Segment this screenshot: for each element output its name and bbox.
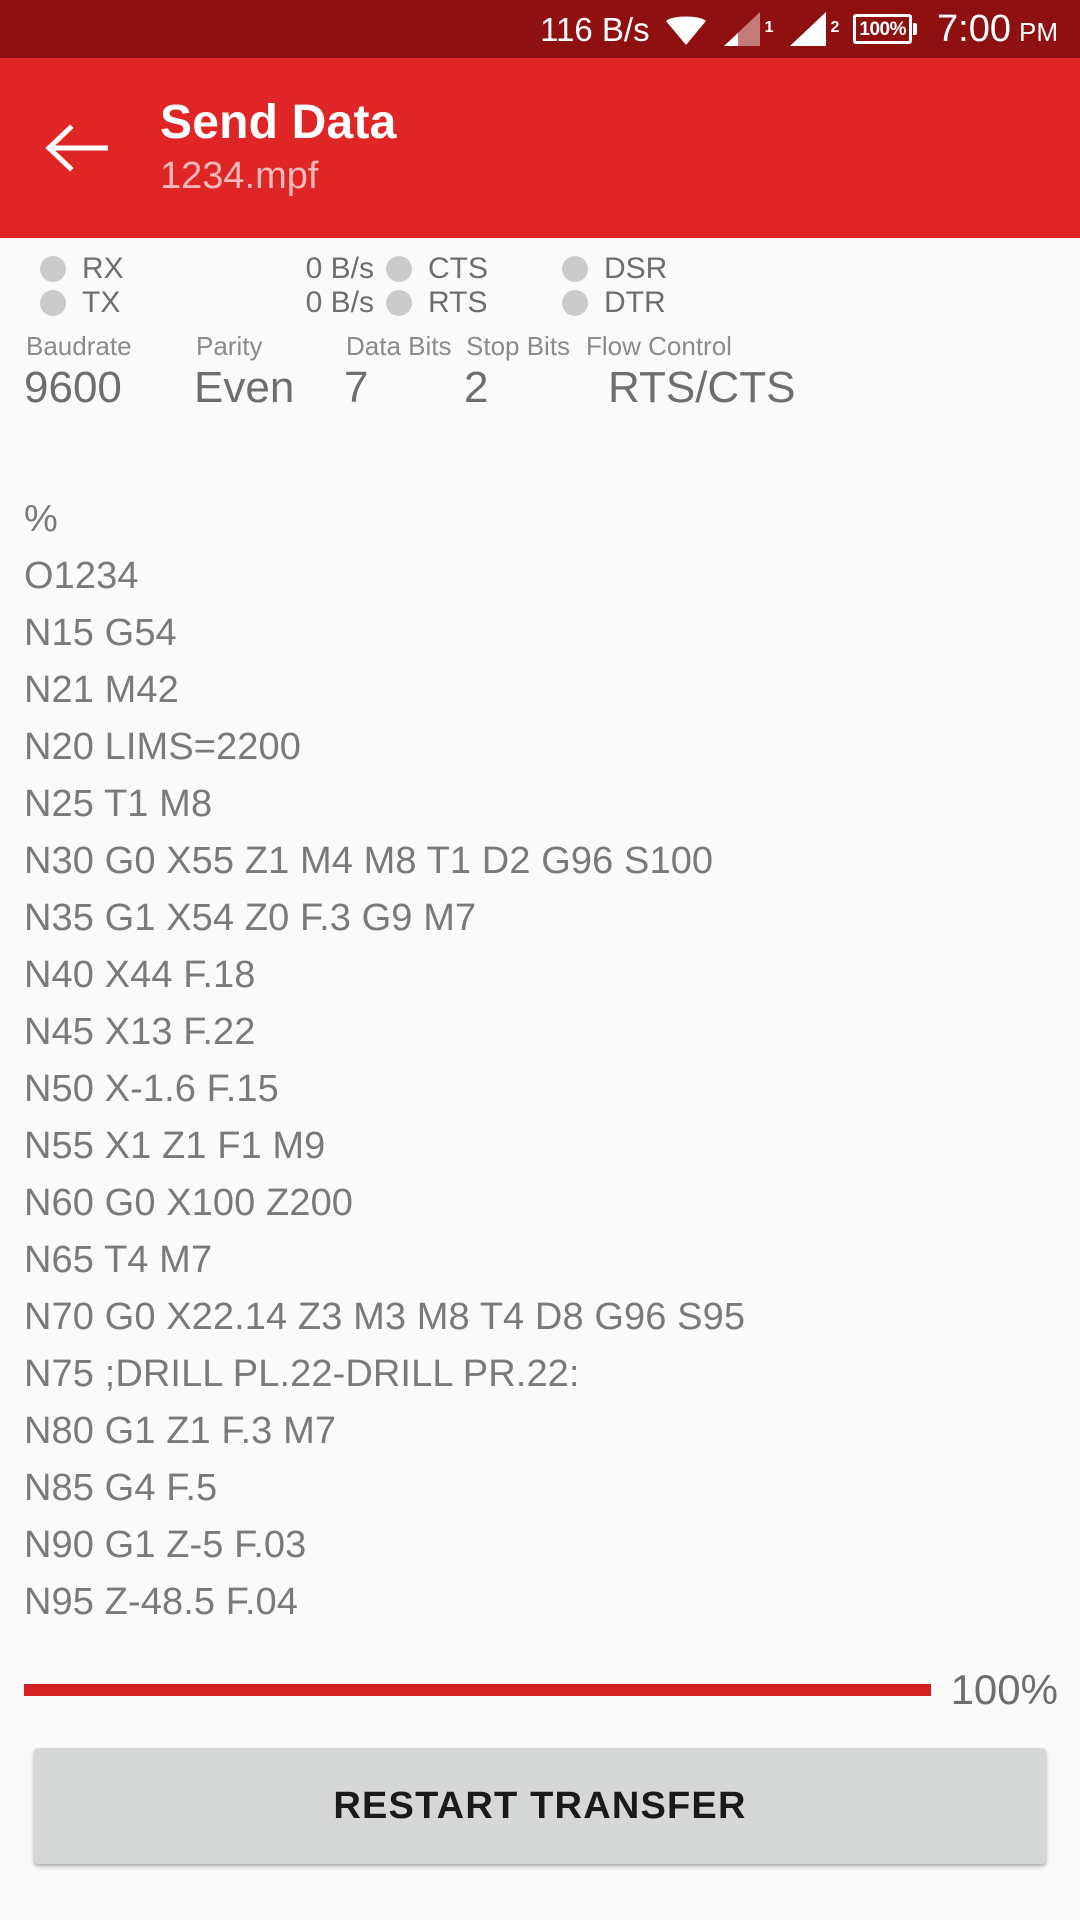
led-dtr xyxy=(562,290,588,316)
setting-baudrate: Baudrate 9600 xyxy=(24,332,194,413)
log-line: O1234 xyxy=(24,555,139,598)
back-button[interactable] xyxy=(36,108,116,188)
battery-icon: 100% xyxy=(853,14,918,44)
sim1-label: 1 xyxy=(764,19,774,36)
led-rts-label: RTS xyxy=(428,286,488,319)
setting-parity-value: Even xyxy=(194,362,295,412)
tx-rate-label: 0 B/s xyxy=(305,286,374,319)
transfer-progress: 100% xyxy=(0,1642,1080,1738)
setting-baudrate-value: 9600 xyxy=(24,362,122,412)
led-cts-label: CTS xyxy=(428,252,488,285)
log-line: N40 X44 F.18 xyxy=(24,954,256,997)
led-dsr-label: DSR xyxy=(604,252,668,285)
log-line: N80 G1 Z1 F.3 M7 xyxy=(24,1410,337,1453)
log-line: N20 LIMS=2200 xyxy=(24,726,301,769)
signal-sim2-icon: 2 xyxy=(788,10,840,48)
log-line: N21 M42 xyxy=(24,669,179,712)
transfer-log[interactable]: % O1234 N15 G54 N21 M42 N20 LIMS=2200 N2… xyxy=(0,413,1080,1642)
led-dtr-label: DTR xyxy=(604,286,666,319)
setting-flow-control-label: Flow Control xyxy=(586,331,732,361)
network-speed: 116 B/s xyxy=(540,13,649,46)
status-bar: 116 B/s 1 2 100% 7:00 PM xyxy=(0,0,1080,58)
log-line: N55 X1 Z1 F1 M9 xyxy=(24,1125,326,1168)
log-line: N75 ;DRILL PL.22-DRILL PR.22: xyxy=(24,1353,580,1396)
setting-data-bits: Data Bits 7 xyxy=(344,332,464,413)
status-bar-clock: 7:00 PM xyxy=(937,10,1058,48)
setting-flow-control: Flow Control RTS/CTS xyxy=(584,332,1080,413)
setting-baudrate-label: Baudrate xyxy=(26,331,132,361)
network-speed-label: 116 B/s xyxy=(540,10,650,48)
serial-status-panel: RX 0 B/s CTS DSR TX 0 B/s RTS DTR Baudra… xyxy=(0,238,1080,414)
clock-ampm: PM xyxy=(1019,17,1058,47)
clock-time: 7:00 xyxy=(937,8,1011,50)
app-screen: 116 B/s 1 2 100% 7:00 PM Send Data 1234.… xyxy=(0,0,1080,1920)
led-rx-label: RX xyxy=(82,252,124,285)
progress-bar-fill xyxy=(24,1684,931,1696)
led-dsr xyxy=(562,256,588,282)
setting-parity: Parity Even xyxy=(194,332,344,413)
restart-transfer-button[interactable]: RESTART TRANSFER xyxy=(34,1748,1046,1864)
log-line: N70 G0 X22.14 Z3 M3 M8 T4 D8 G96 S95 xyxy=(24,1296,746,1339)
led-cts xyxy=(386,256,412,282)
page-subtitle: 1234.mpf xyxy=(160,155,319,198)
progress-bar xyxy=(24,1684,931,1696)
log-line: N65 T4 M7 xyxy=(24,1239,213,1282)
setting-data-bits-value: 7 xyxy=(344,362,369,412)
led-indicator-grid: RX 0 B/s CTS DSR TX 0 B/s RTS DTR xyxy=(0,254,1080,318)
log-line: N85 G4 F.5 xyxy=(24,1467,218,1510)
progress-percent-label: 100% xyxy=(950,1666,1058,1713)
log-line: N15 G54 xyxy=(24,612,177,655)
setting-flow-control-value: RTS/CTS xyxy=(608,362,796,412)
setting-stop-bits-label: Stop Bits xyxy=(466,331,571,361)
serial-settings-row: Baudrate 9600 Parity Even Data Bits 7 St… xyxy=(0,332,1080,413)
log-line: N95 Z-48.5 F.04 xyxy=(24,1581,298,1624)
log-line: N25 T1 M8 xyxy=(24,783,213,826)
setting-stop-bits-value: 2 xyxy=(464,362,489,412)
footer-button-bar: RESTART TRANSFER xyxy=(0,1738,1080,1920)
log-line: N45 X13 F.22 xyxy=(24,1011,256,1054)
rx-rate-label: 0 B/s xyxy=(305,252,374,285)
arrow-back-icon xyxy=(44,120,108,176)
app-bar: Send Data 1234.mpf xyxy=(0,58,1080,238)
log-line: % xyxy=(24,498,58,541)
log-line: N60 G0 X100 Z200 xyxy=(24,1182,354,1225)
log-line: N90 G1 Z-5 F.03 xyxy=(24,1524,307,1567)
battery-cap xyxy=(913,23,918,35)
log-line: N30 G0 X55 Z1 M4 M8 T1 D2 G96 S100 xyxy=(24,840,714,883)
led-tx-label: TX xyxy=(82,286,121,319)
signal-sim1-icon: 1 xyxy=(722,10,774,48)
app-bar-titles: Send Data 1234.mpf xyxy=(160,96,397,199)
led-rts xyxy=(386,290,412,316)
sim2-label: 2 xyxy=(830,19,840,36)
wifi-icon xyxy=(664,10,708,48)
led-rx xyxy=(40,256,66,282)
led-tx xyxy=(40,290,66,316)
page-title: Send Data xyxy=(160,96,397,150)
setting-stop-bits: Stop Bits 2 xyxy=(464,332,584,413)
log-line: N35 G1 X54 Z0 F.3 G9 M7 xyxy=(24,897,477,940)
setting-parity-label: Parity xyxy=(196,331,263,361)
log-line: N50 X-1.6 F.15 xyxy=(24,1068,279,1111)
battery-percent-label: 100% xyxy=(859,18,907,40)
setting-data-bits-label: Data Bits xyxy=(346,331,452,361)
